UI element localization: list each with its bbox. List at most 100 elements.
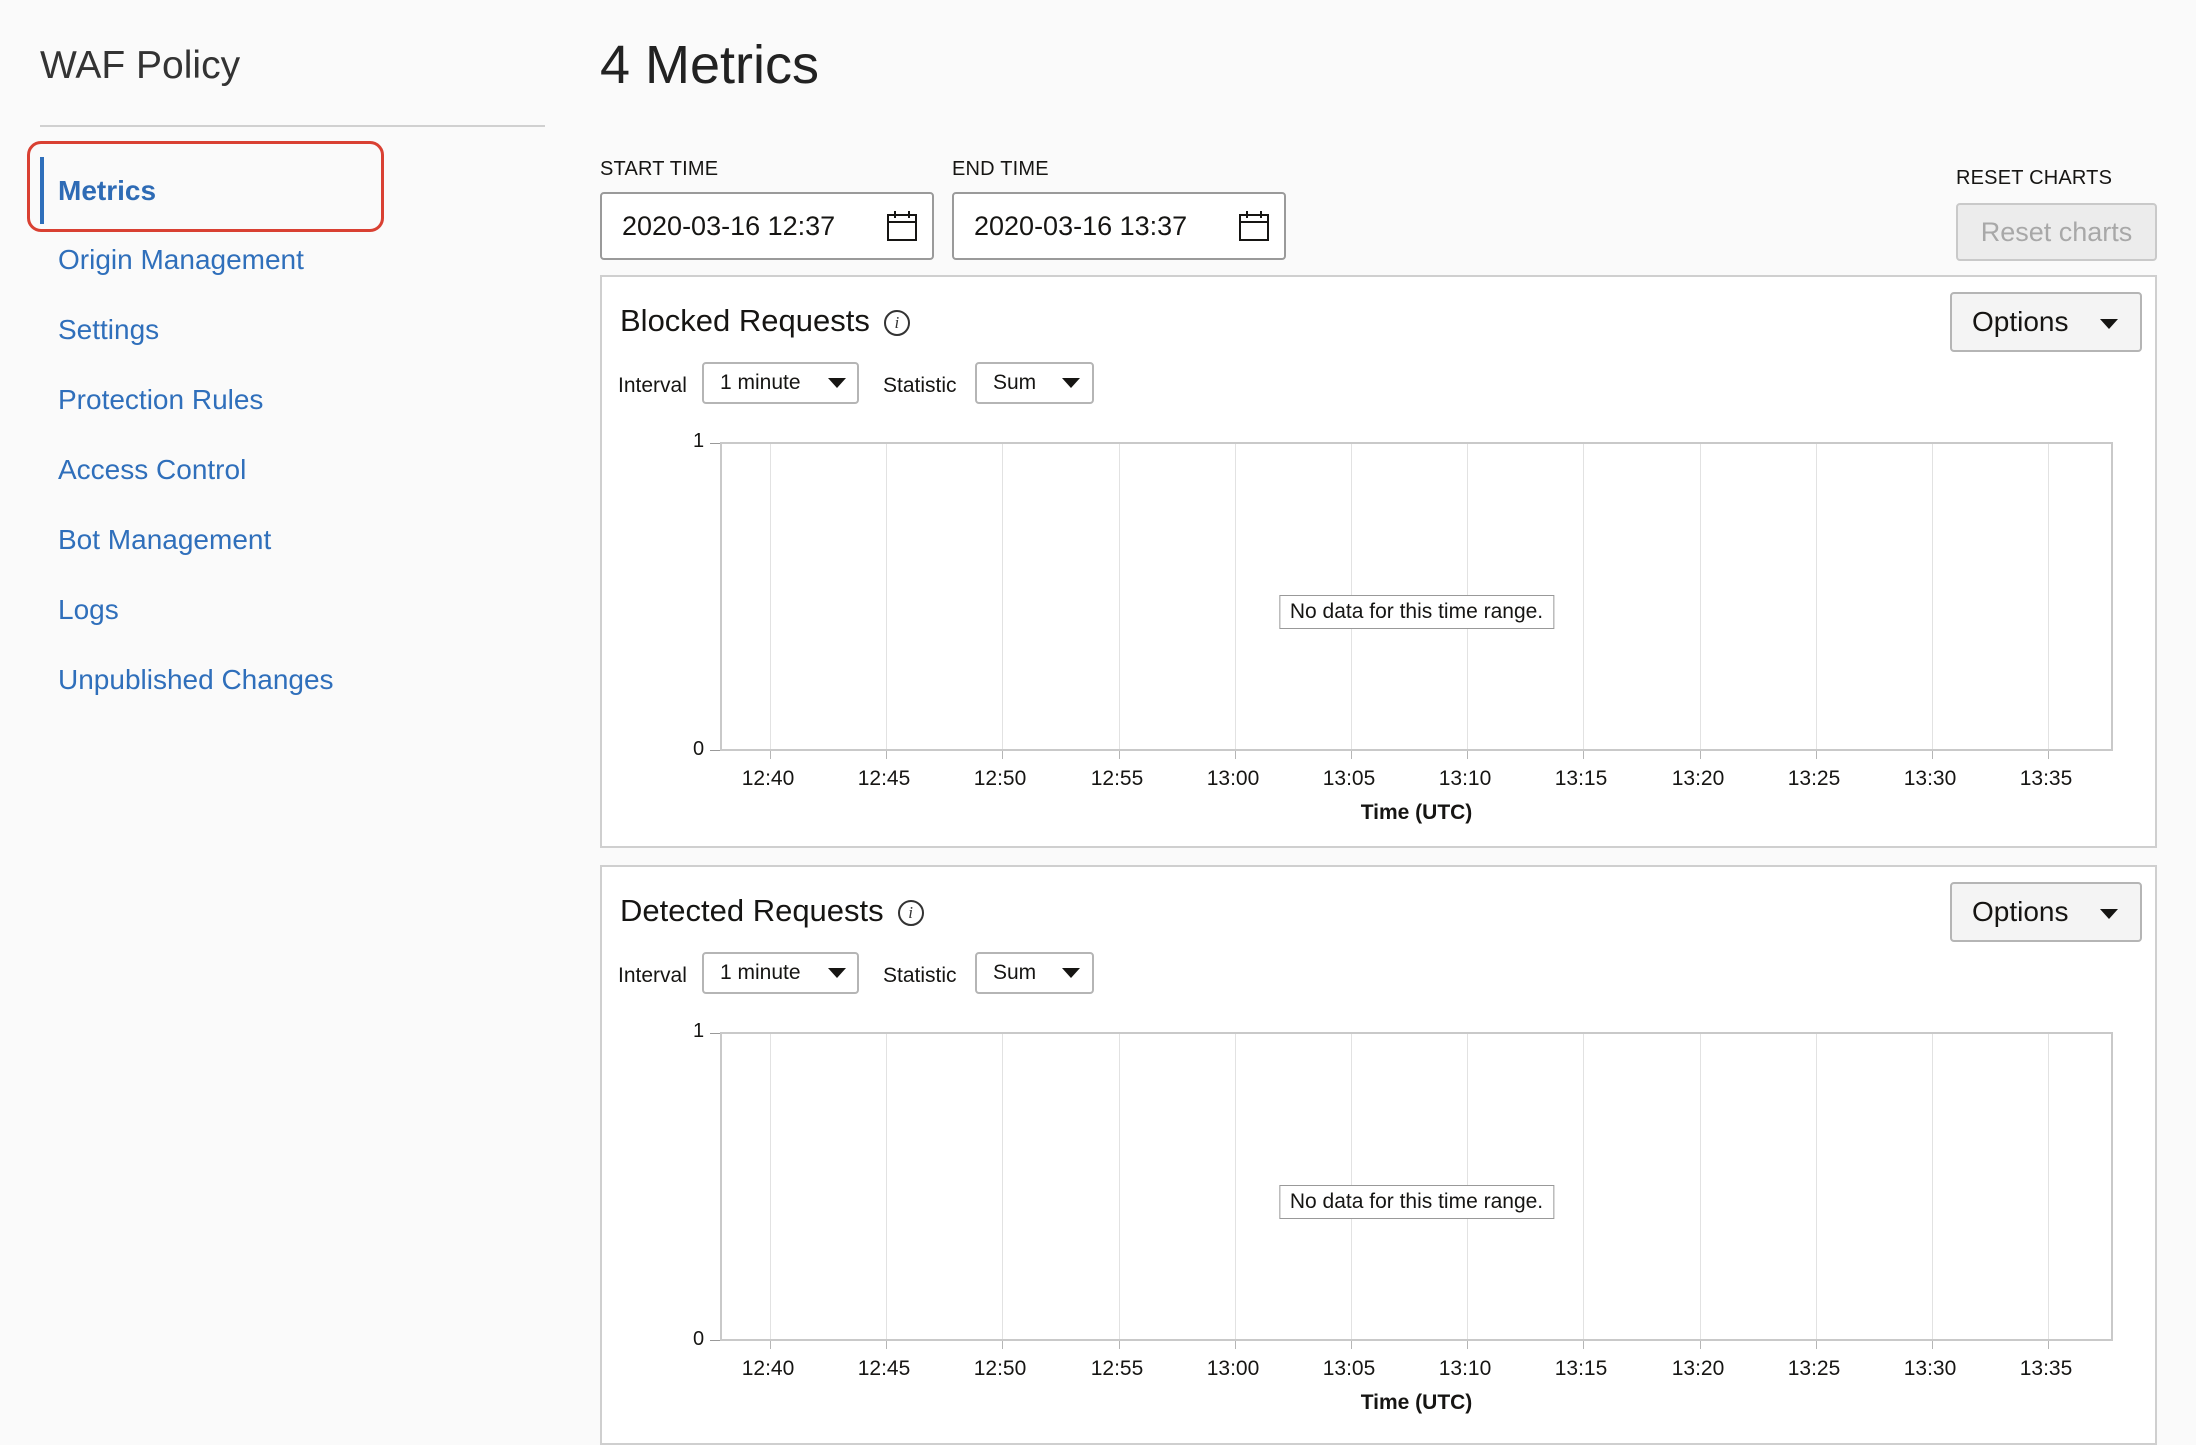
chart-title: Blocked Requests i bbox=[620, 303, 910, 339]
x-tick-mark bbox=[1932, 751, 1933, 759]
statistic-select[interactable]: Sum bbox=[975, 952, 1094, 994]
x-tick-label: 13:15 bbox=[1554, 767, 1608, 790]
sidebar-item-protection-rules[interactable]: Protection Rules bbox=[58, 384, 263, 416]
x-tick-label: 13:10 bbox=[1438, 1357, 1492, 1380]
x-tick-label: 13:00 bbox=[1206, 1357, 1260, 1380]
end-time-value: 2020-03-16 13:37 bbox=[974, 211, 1188, 241]
x-tick-mark bbox=[1235, 751, 1236, 759]
plot-area: No data for this time range. bbox=[720, 442, 2113, 759]
sidebar-item-unpublished-changes[interactable]: Unpublished Changes bbox=[58, 664, 334, 696]
x-gridline bbox=[1235, 444, 1236, 749]
x-tick-mark bbox=[2048, 1341, 2049, 1349]
end-time-label: END TIME bbox=[952, 158, 1049, 180]
x-gridline bbox=[1700, 1034, 1701, 1339]
sidebar-item-metrics[interactable]: Metrics bbox=[58, 175, 156, 207]
x-gridline bbox=[1583, 1034, 1584, 1339]
x-gridline bbox=[770, 444, 771, 749]
x-tick-label: 13:15 bbox=[1554, 1357, 1608, 1380]
chevron-down-icon bbox=[828, 968, 846, 978]
reset-charts-label: RESET CHARTS bbox=[1956, 167, 2113, 189]
sidebar-item-settings[interactable]: Settings bbox=[58, 314, 159, 346]
sidebar-item-logs[interactable]: Logs bbox=[58, 594, 119, 626]
x-tick-label: 13:00 bbox=[1206, 767, 1260, 790]
x-tick-mark bbox=[886, 751, 887, 759]
active-indicator bbox=[40, 157, 44, 224]
x-gridline bbox=[1932, 444, 1933, 749]
reset-charts-button[interactable]: Reset charts bbox=[1956, 203, 2157, 261]
statistic-select[interactable]: Sum bbox=[975, 362, 1094, 404]
x-tick-label: 12:40 bbox=[741, 767, 795, 790]
start-time-label: START TIME bbox=[600, 158, 719, 180]
sidebar-item-access-control[interactable]: Access Control bbox=[58, 454, 246, 486]
x-gridline bbox=[2048, 444, 2049, 749]
x-tick-label: 13:25 bbox=[1787, 1357, 1841, 1380]
x-tick-label: 13:05 bbox=[1322, 1357, 1376, 1380]
page-title: 4 Metrics bbox=[600, 35, 820, 95]
x-tick-label: 13:30 bbox=[1903, 1357, 1957, 1380]
x-tick-label: 13:20 bbox=[1671, 767, 1725, 790]
statistic-select-value: Sum bbox=[993, 371, 1037, 394]
y-tick-mark bbox=[710, 1340, 720, 1341]
no-data-message: No data for this time range. bbox=[1278, 595, 1555, 629]
info-icon[interactable]: i bbox=[883, 310, 910, 336]
x-gridline bbox=[1002, 1034, 1003, 1339]
x-tick-mark bbox=[1351, 1341, 1352, 1349]
x-tick-mark bbox=[1002, 1341, 1003, 1349]
interval-label: Interval bbox=[618, 374, 687, 397]
end-time-input[interactable]: 2020-03-16 13:37 bbox=[952, 192, 1286, 260]
calendar-icon[interactable] bbox=[1238, 210, 1270, 242]
chevron-down-icon bbox=[2100, 319, 2118, 329]
chart-panel-blocked-requests: Blocked Requests i Options Interval 1 minute… bbox=[600, 275, 2157, 848]
sidebar: WAF Policy Metrics Origin Management Set… bbox=[0, 0, 560, 1414]
sidebar-divider bbox=[40, 125, 545, 127]
chart-title-text: Detected Requests bbox=[620, 893, 884, 928]
start-time-input[interactable]: 2020-03-16 12:37 bbox=[600, 192, 934, 260]
interval-select[interactable]: 1 minute bbox=[702, 362, 859, 404]
y-tick-label: 0 bbox=[693, 1328, 705, 1350]
x-tick-label: 12:40 bbox=[741, 1357, 795, 1380]
x-tick-label: 12:50 bbox=[973, 767, 1027, 790]
info-icon[interactable]: i bbox=[897, 900, 924, 926]
statistic-label: Statistic bbox=[883, 374, 957, 397]
x-tick-mark bbox=[1002, 751, 1003, 759]
y-tick-label: 1 bbox=[693, 430, 705, 452]
options-button-label: Options bbox=[1972, 896, 2069, 927]
chart-panel-detected-requests: Detected Requests i Options Interval 1 minut… bbox=[600, 865, 2157, 1445]
chevron-down-icon bbox=[828, 378, 846, 388]
x-tick-mark bbox=[1235, 1341, 1236, 1349]
x-tick-mark bbox=[1351, 751, 1352, 759]
calendar-icon[interactable] bbox=[886, 210, 918, 242]
interval-select[interactable]: 1 minute bbox=[702, 952, 859, 994]
x-gridline bbox=[886, 1034, 887, 1339]
x-tick-mark bbox=[1119, 1341, 1120, 1349]
x-gridline bbox=[1816, 444, 1817, 749]
x-gridline bbox=[1235, 1034, 1236, 1339]
options-button[interactable]: Options bbox=[1950, 882, 2142, 942]
sidebar-item-origin-management[interactable]: Origin Management bbox=[58, 244, 304, 276]
x-tick-mark bbox=[1816, 1341, 1817, 1349]
x-gridline bbox=[1932, 1034, 1933, 1339]
y-tick-mark bbox=[710, 443, 720, 444]
x-tick-mark bbox=[1467, 1341, 1468, 1349]
chevron-down-icon bbox=[1062, 968, 1080, 978]
x-gridline bbox=[886, 444, 887, 749]
no-data-message: No data for this time range. bbox=[1278, 1185, 1555, 1219]
chevron-down-icon bbox=[1062, 378, 1080, 388]
x-tick-label: 13:10 bbox=[1438, 767, 1492, 790]
x-tick-mark bbox=[1467, 751, 1468, 759]
options-button[interactable]: Options bbox=[1950, 292, 2142, 352]
x-gridline bbox=[1700, 444, 1701, 749]
x-tick-label: 12:45 bbox=[857, 1357, 911, 1380]
x-tick-label: 13:25 bbox=[1787, 767, 1841, 790]
sidebar-item-bot-management[interactable]: Bot Management bbox=[58, 524, 271, 556]
x-tick-mark bbox=[1700, 1341, 1701, 1349]
x-tick-mark bbox=[1583, 751, 1584, 759]
statistic-label: Statistic bbox=[883, 964, 957, 987]
chevron-down-icon bbox=[2100, 909, 2118, 919]
x-tick-label: 13:35 bbox=[2019, 767, 2073, 790]
x-gridline bbox=[1119, 1034, 1120, 1339]
x-tick-mark bbox=[2048, 751, 2049, 759]
start-time-value: 2020-03-16 12:37 bbox=[622, 211, 836, 241]
x-tick-mark bbox=[1583, 1341, 1584, 1349]
x-tick-label: 12:45 bbox=[857, 767, 911, 790]
